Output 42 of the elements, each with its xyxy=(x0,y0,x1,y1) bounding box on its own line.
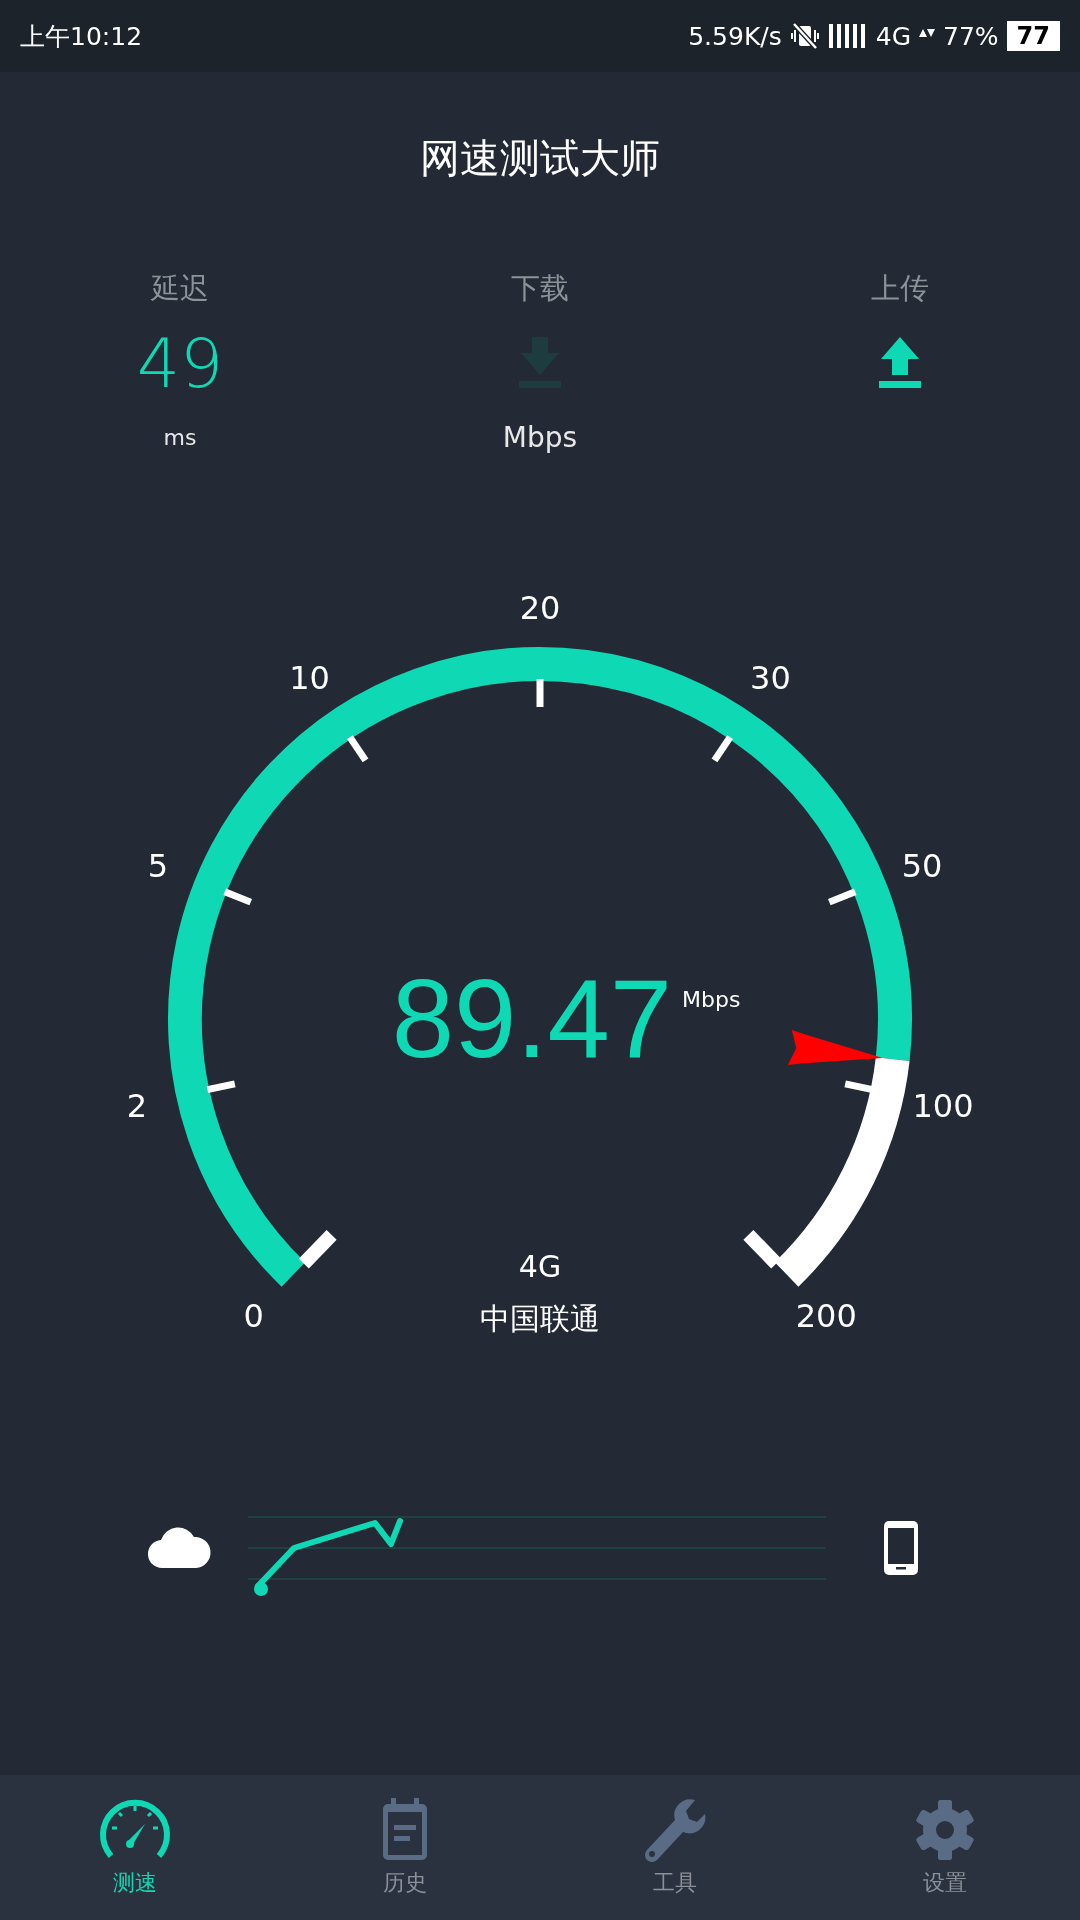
gauge-scale-label: 10 xyxy=(289,659,330,698)
gauge-tick xyxy=(346,735,369,763)
gauge-tick xyxy=(298,1229,337,1269)
gauge-scale-label: 50 xyxy=(901,846,943,885)
nav-tab[interactable]: 测速 xyxy=(0,1775,270,1920)
vibrate-off-icon xyxy=(789,22,820,50)
metric-value: 49 xyxy=(136,323,224,403)
app-title: 网速测试大师 xyxy=(419,134,661,183)
status-time: 上午10:12 xyxy=(20,20,143,53)
nav-tab[interactable]: 历史 xyxy=(270,1775,540,1920)
metric-label: 下载 xyxy=(511,270,569,307)
gauge-tick xyxy=(827,888,857,906)
gauge-tick xyxy=(711,735,734,763)
signal-icon xyxy=(827,22,868,50)
gauge-scale-label: 20 xyxy=(519,589,561,627)
gauge-tick xyxy=(844,1080,874,1094)
data-arrows-icon xyxy=(919,29,935,37)
speed-value: 89.47 xyxy=(391,956,672,1081)
metric-label: 延迟 xyxy=(151,270,209,307)
speed-unit: Mbps xyxy=(682,987,741,1012)
gauge-scale-label: 5 xyxy=(147,846,169,885)
gauge-scale-label: 100 xyxy=(912,1086,974,1125)
gauge-scale-label: 0 xyxy=(243,1297,264,1336)
metric-label: 上传 xyxy=(871,270,929,307)
gauge-scale-label: 2 xyxy=(126,1086,148,1125)
gauge-tick xyxy=(223,888,253,906)
network-type: 4G xyxy=(875,21,911,51)
phone-icon xyxy=(884,1521,918,1575)
metric-unit: Mbps xyxy=(502,420,578,456)
nav-tab[interactable]: 设置 xyxy=(810,1775,1080,1920)
carrier-name: 中国联通 xyxy=(480,1301,600,1336)
battery-percent: 77% xyxy=(943,21,999,51)
network-type-label: 4G xyxy=(518,1249,562,1284)
gauge-tick xyxy=(206,1080,236,1094)
battery-icon: 77 xyxy=(1006,21,1060,51)
gauge-tick xyxy=(743,1229,782,1269)
metric-unit: ms xyxy=(163,424,197,452)
gauge-scale-label: 200 xyxy=(795,1297,857,1336)
nav-tab[interactable]: 工具 xyxy=(540,1775,810,1920)
cloud-icon xyxy=(147,1527,211,1568)
gauge-scale-label: 30 xyxy=(750,659,791,698)
network-speed: 5.59K/s xyxy=(688,21,782,51)
